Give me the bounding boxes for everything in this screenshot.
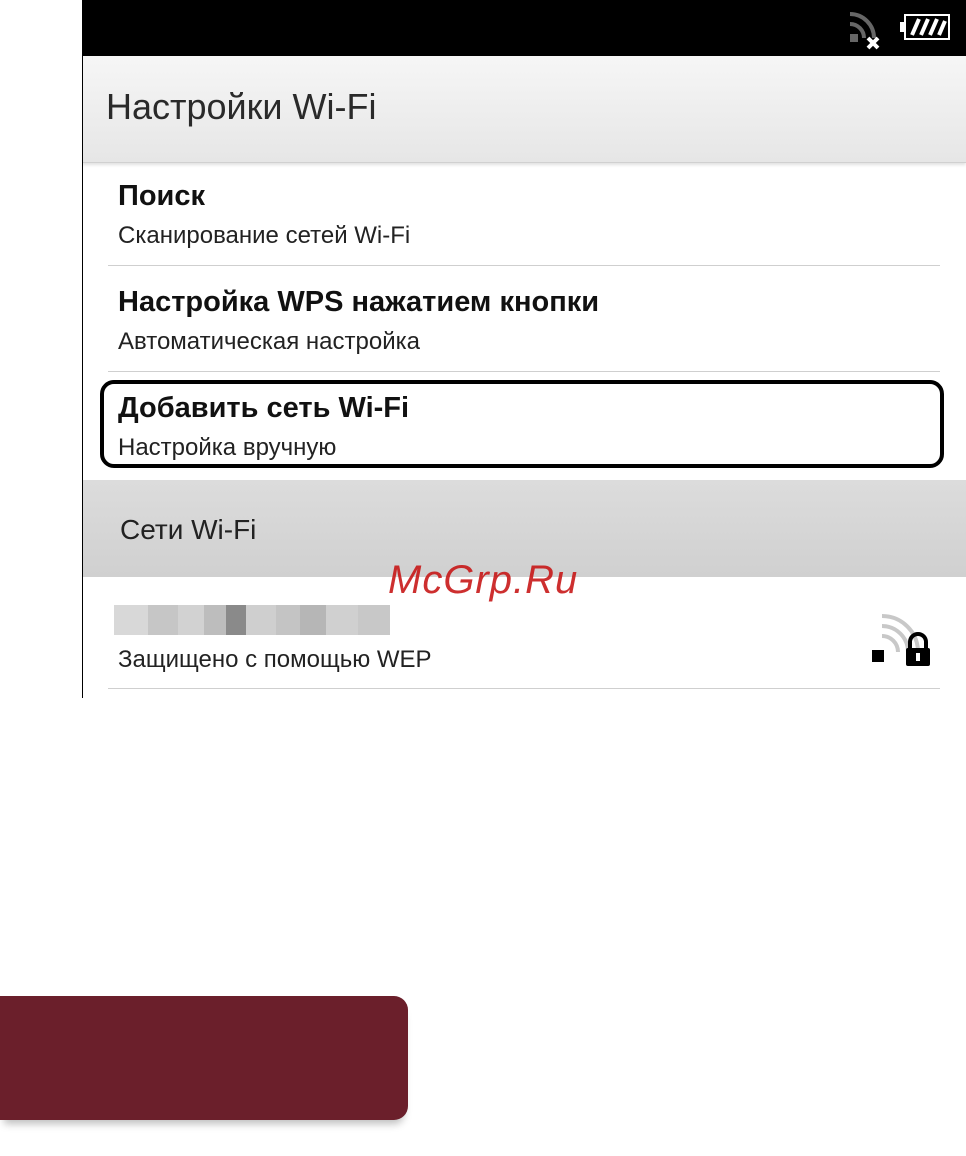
- network-list-item[interactable]: Защищено с помощью WEP: [114, 596, 940, 686]
- network-name-blurred: [114, 605, 390, 635]
- menu-item-subtitle: Автоматическая настройка: [118, 328, 420, 355]
- section-label: Сети Wi-Fi: [120, 514, 257, 545]
- manual-banner: [0, 996, 408, 1120]
- status-bar: [82, 0, 966, 56]
- title-bar: Настройки Wi-Fi: [82, 56, 966, 163]
- highlight-frame: [100, 380, 944, 468]
- menu-item-title: Поиск: [118, 180, 206, 212]
- divider: [108, 688, 940, 689]
- menu-item-wps[interactable]: Настройка WPS нажатием кнопки Автоматиче…: [118, 284, 940, 364]
- wifi-lock-icon: [872, 614, 930, 666]
- menu-item-title: Настройка WPS нажатием кнопки: [118, 286, 600, 318]
- page-title: Настройки Wi-Fi: [106, 86, 377, 127]
- network-security-label: Защищено с помощью WEP: [118, 646, 432, 673]
- divider: [108, 265, 940, 266]
- watermark: McGrp.Ru: [388, 558, 579, 602]
- divider: [108, 371, 940, 372]
- screen-edge: [82, 0, 83, 698]
- menu-item-search[interactable]: Поиск Сканирование сетей Wi-Fi: [118, 178, 940, 258]
- menu-item-subtitle: Сканирование сетей Wi-Fi: [118, 222, 411, 249]
- battery-icon: [900, 14, 950, 40]
- wifi-off-icon: [849, 12, 880, 50]
